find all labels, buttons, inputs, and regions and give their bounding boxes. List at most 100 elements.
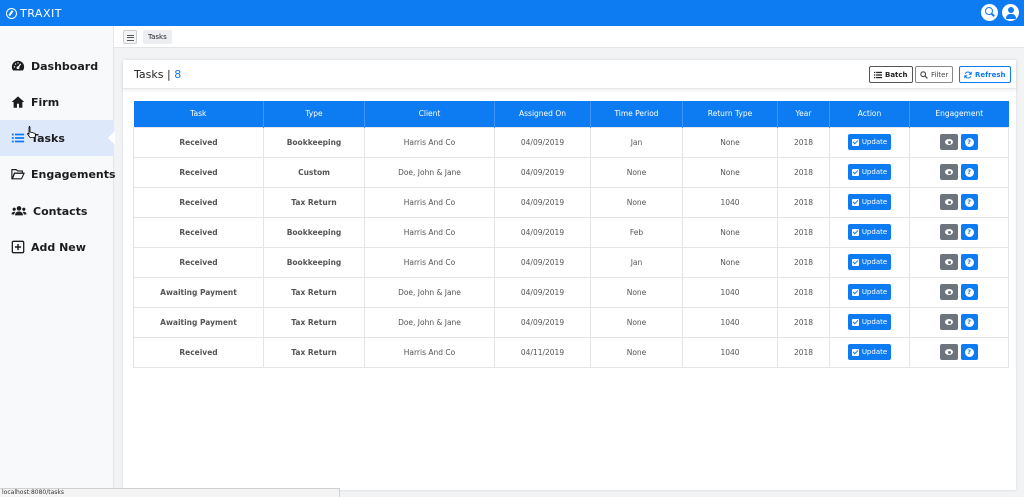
table-row: Awaiting Payment Tax Return Doe, John & Ja…	[133, 306, 1009, 338]
sidebar-item-add-new[interactable]: Add New	[0, 229, 114, 265]
view-engagement-eye-icon[interactable]	[940, 344, 958, 360]
engagement-cell	[909, 156, 1009, 188]
batch-button-label: Batch	[885, 70, 908, 79]
update-button[interactable]: Update	[847, 344, 892, 360]
engagement-help-icon[interactable]	[961, 134, 978, 150]
tasks-card: Tasks | 8 Batch Filter Refresh Task Type…	[123, 60, 1016, 490]
sidebar: Dashboard Firm Tasks Engagements Contact…	[0, 26, 116, 497]
year-cell: 2018	[777, 126, 830, 158]
view-engagement-eye-icon[interactable]	[940, 164, 958, 180]
return-type-cell: None	[682, 246, 778, 278]
assigned-on-cell: 04/09/2019	[494, 186, 591, 218]
column-header-assigned-on[interactable]: Assigned On	[494, 101, 591, 127]
column-header-year[interactable]: Year	[777, 101, 830, 127]
task-cell: Awaiting Payment	[133, 306, 264, 338]
action-cell: Update	[829, 336, 910, 368]
action-cell: Update	[829, 276, 910, 308]
update-button[interactable]: Update	[847, 254, 892, 270]
list-icon	[11, 133, 25, 143]
return-type-cell: 1040	[682, 186, 778, 218]
action-cell: Update	[829, 306, 910, 338]
engagement-help-icon[interactable]	[961, 224, 978, 240]
view-engagement-eye-icon[interactable]	[940, 134, 958, 150]
tasks-table: Task Type Client Assigned On Time Period…	[133, 101, 1009, 368]
view-engagement-eye-icon[interactable]	[940, 314, 958, 330]
task-cell: Received	[133, 186, 264, 218]
client-cell: Harris And Co	[364, 246, 495, 278]
column-header-time-period[interactable]: Time Period	[590, 101, 683, 127]
engagement-help-icon[interactable]	[961, 314, 978, 330]
sidebar-item-label: Add New	[31, 240, 86, 254]
column-header-type[interactable]: Type	[263, 101, 365, 127]
pointer-cursor-icon	[27, 126, 36, 138]
assigned-on-cell: 04/09/2019	[494, 246, 591, 278]
engagement-cell	[909, 306, 1009, 338]
task-cell: Received	[133, 156, 264, 188]
assigned-on-cell: 04/09/2019	[494, 216, 591, 248]
app-logo[interactable]: TRAXIT	[6, 5, 62, 21]
card-header: Tasks | 8 Batch Filter Refresh	[123, 60, 1016, 89]
check-square-icon	[851, 168, 859, 176]
year-cell: 2018	[777, 276, 830, 308]
engagement-cell	[909, 216, 1009, 248]
engagement-help-icon[interactable]	[961, 284, 978, 300]
view-engagement-eye-icon[interactable]	[940, 284, 958, 300]
update-button[interactable]: Update	[847, 224, 892, 240]
column-header-client[interactable]: Client	[364, 101, 495, 127]
time-period-cell: None	[590, 306, 683, 338]
time-period-cell: None	[590, 276, 683, 308]
action-cell: Update	[829, 186, 910, 218]
table-row: Received Tax Return Harris And Co 04/11/201…	[133, 336, 1009, 368]
sidebar-item-firm[interactable]: Firm	[0, 84, 114, 120]
engagement-help-icon[interactable]	[961, 194, 978, 210]
update-button[interactable]: Update	[847, 134, 892, 150]
update-button[interactable]: Update	[847, 314, 892, 330]
return-type-cell: None	[682, 216, 778, 248]
year-cell: 2018	[777, 186, 830, 218]
update-button-label: Update	[861, 258, 888, 266]
refresh-button[interactable]: Refresh	[959, 66, 1011, 83]
sidebar-item-tasks[interactable]: Tasks	[0, 120, 115, 156]
home-icon	[11, 96, 25, 108]
check-square-icon	[851, 318, 859, 326]
engagement-help-icon[interactable]	[961, 254, 978, 270]
filter-button[interactable]: Filter	[915, 66, 954, 83]
menu-toggle-button[interactable]	[123, 30, 137, 44]
batch-button[interactable]: Batch	[869, 66, 913, 83]
return-type-cell: 1040	[682, 306, 778, 338]
update-button[interactable]: Update	[847, 194, 892, 210]
update-button[interactable]: Update	[847, 164, 892, 180]
check-square-icon	[851, 228, 859, 236]
user-account-icon[interactable]	[1002, 4, 1019, 21]
sidebar-item-engagements[interactable]: Engagements	[0, 156, 116, 192]
return-type-cell: 1040	[682, 336, 778, 368]
assigned-on-cell: 04/09/2019	[494, 306, 591, 338]
search-icon[interactable]	[981, 4, 998, 21]
time-period-cell: Feb	[590, 216, 683, 248]
update-button-label: Update	[861, 138, 888, 146]
engagement-help-icon[interactable]	[961, 164, 978, 180]
client-cell: Doe, John & Jane	[364, 306, 495, 338]
users-icon	[11, 206, 27, 216]
list-icon	[874, 71, 882, 78]
view-engagement-eye-icon[interactable]	[940, 194, 958, 210]
update-button-label: Update	[861, 198, 888, 206]
refresh-button-label: Refresh	[975, 70, 1006, 79]
engagement-help-icon[interactable]	[961, 344, 978, 360]
task-cell: Received	[133, 126, 264, 158]
column-header-engagement: Engagement	[909, 101, 1009, 127]
update-button[interactable]: Update	[847, 284, 892, 300]
table-row: Awaiting Payment Tax Return Doe, John & Ja…	[133, 276, 1009, 308]
breadcrumb[interactable]: Tasks	[143, 30, 172, 44]
time-period-cell: None	[590, 186, 683, 218]
check-square-icon	[851, 138, 859, 146]
year-cell: 2018	[777, 336, 830, 368]
column-header-return-type[interactable]: Return Type	[682, 101, 778, 127]
column-header-task[interactable]: Task	[133, 101, 264, 127]
sidebar-item-dashboard[interactable]: Dashboard	[0, 48, 114, 84]
engagement-cell	[909, 246, 1009, 278]
view-engagement-eye-icon[interactable]	[940, 254, 958, 270]
engagement-cell	[909, 336, 1009, 368]
view-engagement-eye-icon[interactable]	[940, 224, 958, 240]
sidebar-item-contacts[interactable]: Contacts	[0, 193, 114, 229]
